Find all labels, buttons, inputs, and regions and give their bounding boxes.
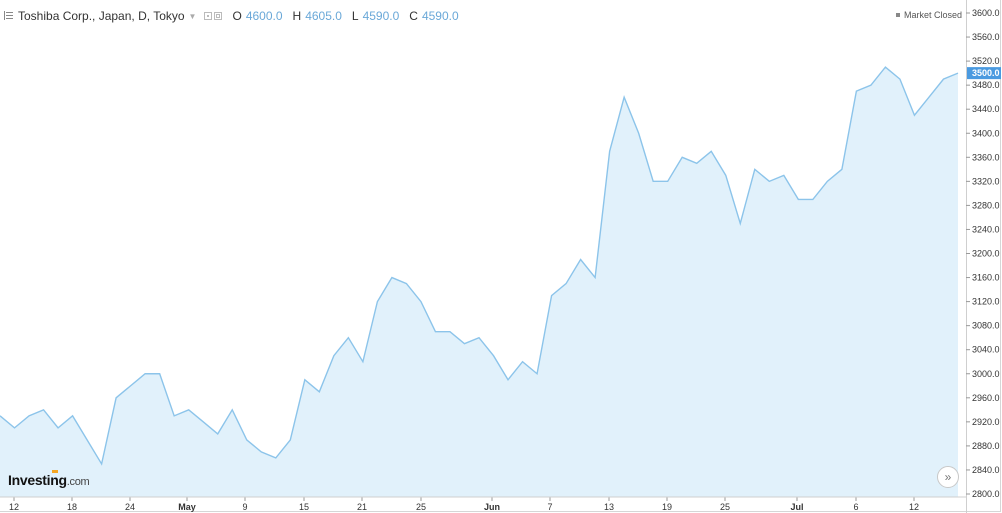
last-price-label: 3500.0	[972, 68, 1000, 78]
x-tick-label: 13	[604, 502, 614, 512]
x-tick-label: 12	[9, 502, 19, 512]
y-tick-label: 3400.0	[972, 128, 1000, 138]
y-tick-label: 3360.0	[972, 152, 1000, 162]
y-tick-label: 3240.0	[972, 224, 1000, 234]
x-tick-label: 25	[720, 502, 730, 512]
y-tick-label: 3200.0	[972, 249, 1000, 259]
y-tick-label: 2960.0	[972, 393, 1000, 403]
y-tick-label: 3560.0	[972, 32, 1000, 42]
logo-text: Investing	[8, 472, 67, 488]
y-tick-label: 3120.0	[972, 297, 1000, 307]
x-tick-label: 9	[242, 502, 247, 512]
x-tick-label: 12	[909, 502, 919, 512]
y-tick-label: 3160.0	[972, 273, 1000, 283]
y-tick-label: 3480.0	[972, 80, 1000, 90]
investing-logo: Investing.com	[8, 470, 90, 488]
x-tick-label: 19	[662, 502, 672, 512]
y-tick-label: 3040.0	[972, 345, 1000, 355]
y-tick-label: 2800.0	[972, 489, 1000, 499]
logo-accent-icon	[52, 470, 58, 473]
x-tick-label: 24	[125, 502, 135, 512]
y-tick-label: 3520.0	[972, 56, 1000, 66]
y-tick-label: 3320.0	[972, 176, 1000, 186]
x-tick-label: 21	[357, 502, 367, 512]
y-tick-label: 3600.0	[972, 8, 1000, 18]
x-tick-label: Jun	[484, 502, 500, 512]
y-tick-label: 3280.0	[972, 200, 1000, 210]
y-tick-label: 3080.0	[972, 321, 1000, 331]
y-tick-label: 2840.0	[972, 465, 1000, 475]
x-tick-label: 18	[67, 502, 77, 512]
y-tick-label: 2920.0	[972, 417, 1000, 427]
area-fill	[0, 67, 958, 498]
x-tick-label: 7	[547, 502, 552, 512]
x-tick-label: 25	[416, 502, 426, 512]
x-tick-label: 6	[853, 502, 858, 512]
x-tick-label: Jul	[790, 502, 803, 512]
logo-suffix: .com	[66, 476, 90, 488]
scroll-to-latest-button[interactable]: »	[937, 466, 959, 488]
x-tick-label: May	[178, 502, 196, 512]
double-chevron-right-icon: »	[944, 470, 952, 484]
y-tick-label: 3440.0	[972, 104, 1000, 114]
y-tick-label: 3000.0	[972, 369, 1000, 379]
x-tick-label: 15	[299, 502, 309, 512]
y-tick-label: 2880.0	[972, 441, 1000, 451]
price-chart[interactable]: 2800.0 2840.0 2880.0 2920.0 2960.0 3000.0 3040…	[0, 0, 1002, 513]
